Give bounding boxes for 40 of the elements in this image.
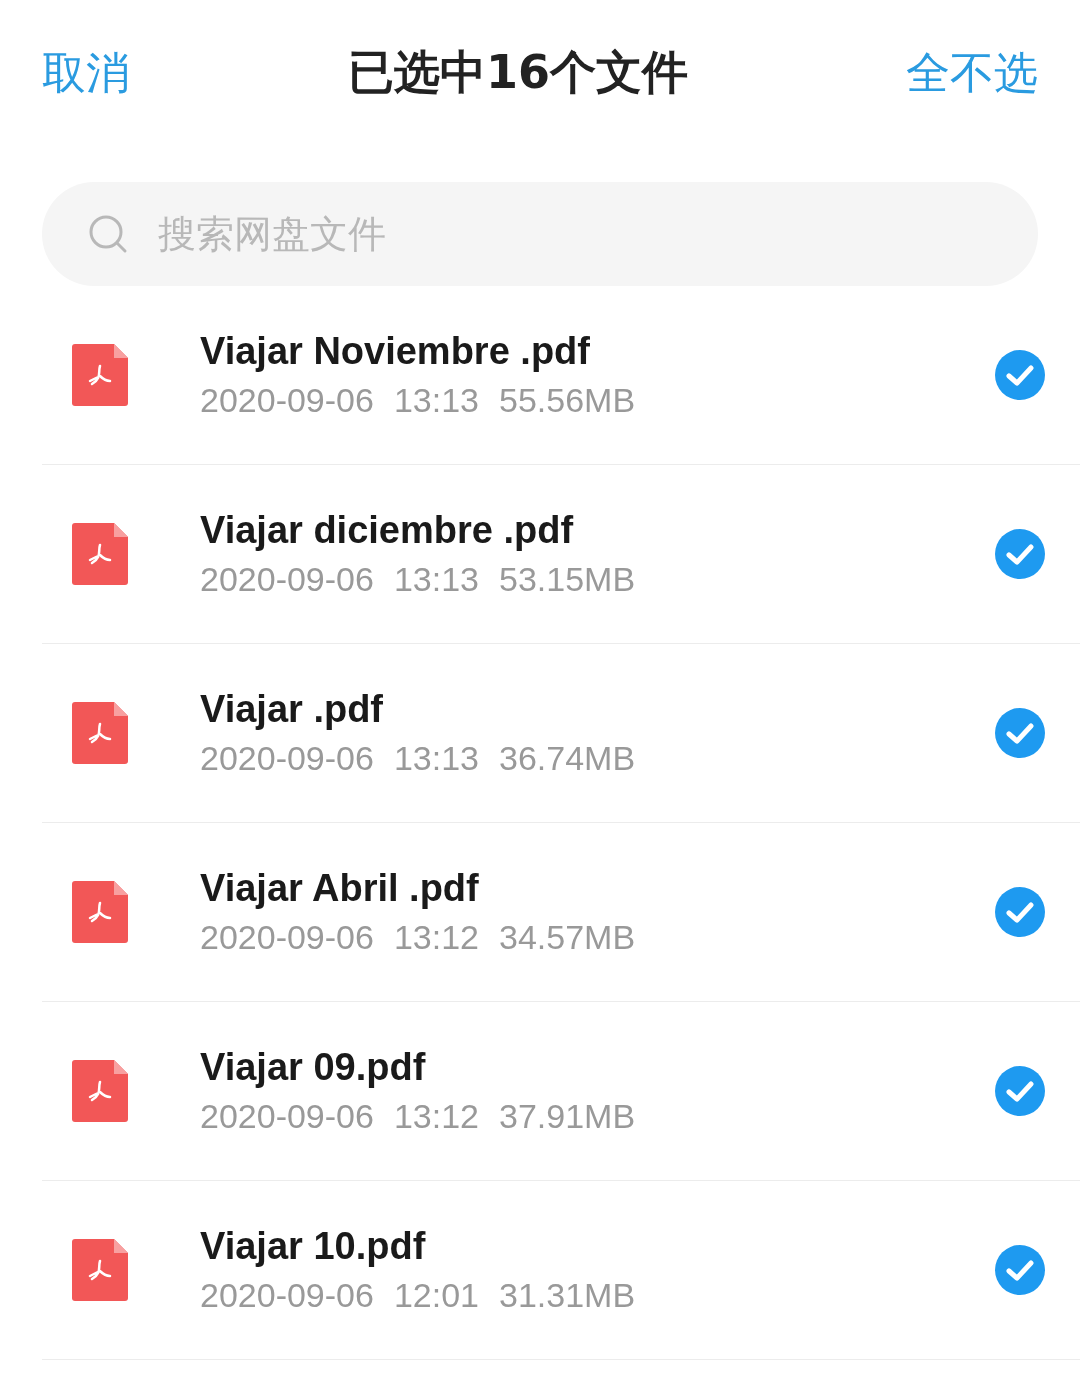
file-size: 53.15MB [499, 560, 636, 599]
file-time: 13:13 [393, 560, 479, 599]
file-time: 13:13 [393, 381, 479, 420]
pdf-file-icon [72, 344, 128, 406]
checkbox[interactable] [994, 886, 1046, 938]
file-time: 12:01 [393, 1276, 479, 1315]
checkbox[interactable] [994, 349, 1046, 401]
file-time: 13:12 [393, 918, 479, 957]
pdf-file-icon [72, 702, 128, 764]
file-name: Viajar 09.pdf [200, 1046, 427, 1089]
file-size: 55.56MB [499, 381, 636, 420]
page-title: 已选中16个文件 [348, 44, 688, 101]
deselect-all-button[interactable]: 全不选 [906, 43, 1038, 103]
file-name: Viajar diciembre .pdf [200, 509, 575, 552]
file-date: 2020-09-06 [200, 381, 374, 420]
pdf-file-icon [72, 1239, 128, 1301]
file-name: Viajar Noviembre .pdf [200, 330, 591, 373]
checkbox[interactable] [994, 707, 1046, 759]
checkbox[interactable] [994, 1244, 1046, 1296]
file-size: 31.31MB [499, 1276, 636, 1315]
search-field[interactable]: 搜索网盘文件 [42, 182, 1038, 286]
pdf-file-icon [72, 1060, 128, 1122]
cancel-button[interactable]: 取消 [42, 43, 130, 103]
file-size: 36.74MB [499, 739, 636, 778]
file-date: 2020-09-06 [200, 1097, 374, 1136]
file-time: 13:13 [393, 739, 479, 778]
pdf-file-icon [72, 523, 128, 585]
file-name: Viajar Abril .pdf [200, 867, 480, 910]
file-date: 2020-09-06 [200, 560, 374, 599]
checkbox[interactable] [994, 528, 1046, 580]
file-date: 2020-09-06 [200, 918, 374, 957]
file-size: 34.57MB [499, 918, 636, 957]
file-date: 2020-09-06 [200, 1276, 374, 1315]
pdf-file-icon [72, 881, 128, 943]
file-size: 37.91MB [499, 1097, 636, 1136]
file-name: Viajar .pdf [200, 688, 385, 731]
file-name: Viajar 10.pdf [200, 1225, 427, 1268]
checkbox[interactable] [994, 1065, 1046, 1117]
file-time: 13:12 [393, 1097, 479, 1136]
file-date: 2020-09-06 [200, 739, 374, 778]
